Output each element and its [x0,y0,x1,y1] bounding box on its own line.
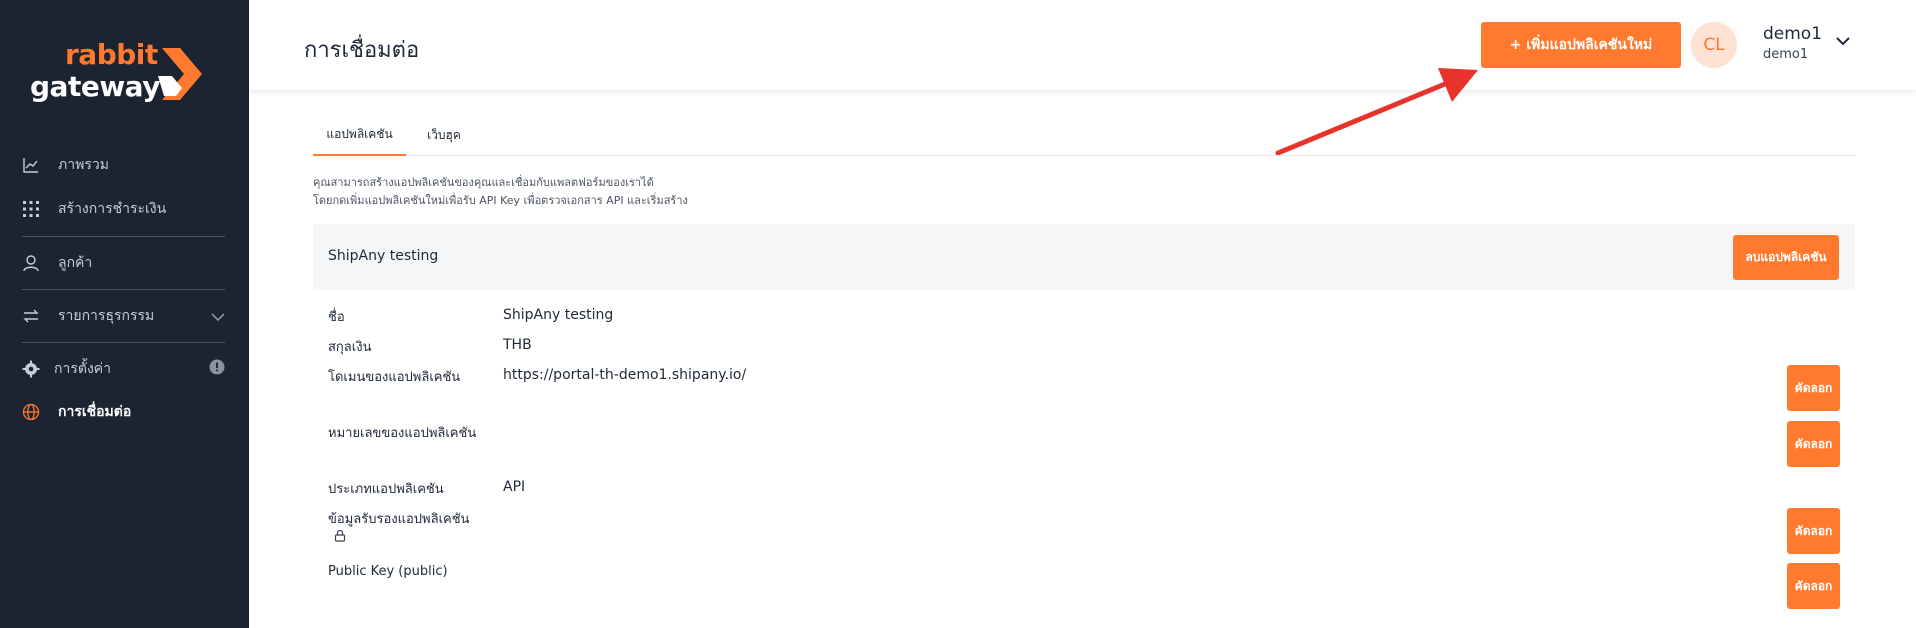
tab-webhooks[interactable]: เว็บฮุค [410,115,478,156]
sidebar-divider [22,342,225,343]
gear-icon [22,360,40,378]
sidebar-item-label: ลูกค้า [58,255,93,271]
copy-public-key-button[interactable]: คัดลอก [1787,563,1840,609]
copy-app-number-button[interactable]: คัดลอก [1787,421,1840,467]
rabbit-gateway-logo[interactable]: rabbit gateway [30,38,206,108]
sidebar-item-label: การเชื่อมต่อ [58,404,132,420]
info-icon [209,359,225,379]
field-label-app-type: ประเภทแอปพลิเคชัน [328,482,444,497]
chart-line-icon [22,156,40,174]
sidebar-item-settings[interactable]: การตั้งค่า [0,347,249,391]
tab-applications[interactable]: แอปพลิเคชัน [313,115,406,156]
sidebar-divider [22,236,225,237]
sidebar-divider [22,289,225,290]
sidebar-item-overview[interactable]: ภาพรวม [0,143,249,187]
field-value-domain: https://portal-th-demo1.shipany.io/ [503,367,747,383]
add-application-button[interactable]: + เพิ่มแอปพลิเคชันใหม่ [1481,22,1681,68]
field-label-name: ชื่อ [328,310,345,325]
copy-credentials-button[interactable]: คัดลอก [1787,508,1840,554]
logo-text-top: rabbit [65,38,158,71]
logo-chevron-icon [158,48,202,100]
sidebar-item-connections[interactable]: การเชื่อมต่อ [0,390,249,434]
sidebar-item-create-payment[interactable]: สร้างการชำระเงิน [0,187,249,231]
description-line-1: คุณสามารถสร้างแอปพลิเคชันของคุณและเชื่อม… [313,176,654,189]
application-card-header: ShipAny testing ลบแอปพลิเคชัน [313,224,1855,290]
user-icon [22,254,40,272]
field-label-currency: สกุลเงิน [328,340,372,355]
transfer-icon [22,307,40,325]
field-label-public-key: Public Key (public) [328,564,448,579]
user-subtitle: demo1 [1763,47,1809,62]
top-header: การเชื่อมต่อ + เพิ่มแอปพลิเคชันใหม่ CL d… [249,0,1916,90]
globe-icon [22,403,40,421]
page-title: การเชื่อมต่อ [304,38,420,63]
field-value-name: ShipAny testing [503,307,614,323]
user-menu-chevron-icon[interactable] [1836,36,1850,46]
sidebar-item-transactions[interactable]: รายการธุรกรรม [0,294,249,338]
description-line-2: โดยกดเพิ่มแอปพลิเคชันใหม่เพื่อรับ API Ke… [313,194,688,207]
avatar[interactable]: CL [1691,22,1737,68]
sidebar-item-label: การตั้งค่า [54,361,112,377]
field-value-app-type: API [503,479,526,495]
user-name[interactable]: demo1 [1763,24,1822,44]
application-name: ShipAny testing [328,248,439,264]
chevron-down-icon[interactable] [211,307,225,326]
field-label-domain: โดเมนของแอปพลิเคชัน [328,370,461,385]
sidebar-item-label: รายการธุรกรรม [58,308,155,324]
grid-icon [22,200,40,218]
field-label-credentials: ข้อมูลรับรองแอปพลิเคชัน [328,512,470,527]
field-value-currency: THB [503,337,532,353]
sidebar: rabbit gateway ภาพรวม สร้างการชำระเงิน ล… [0,0,249,628]
sidebar-item-label: สร้างการชำระเงิน [58,201,167,217]
sidebar-item-customers[interactable]: ลูกค้า [0,241,249,285]
delete-application-button[interactable]: ลบแอปพลิเคชัน [1733,235,1839,280]
logo-text-bottom: gateway [30,70,160,103]
copy-domain-button[interactable]: คัดลอก [1787,365,1840,411]
field-label-app-number: หมายเลขของแอปพลิเคชัน [328,426,477,441]
lock-icon [334,529,346,542]
tab-bar: แอปพลิเคชัน เว็บฮุค [313,115,1855,156]
sidebar-item-label: ภาพรวม [58,157,109,173]
